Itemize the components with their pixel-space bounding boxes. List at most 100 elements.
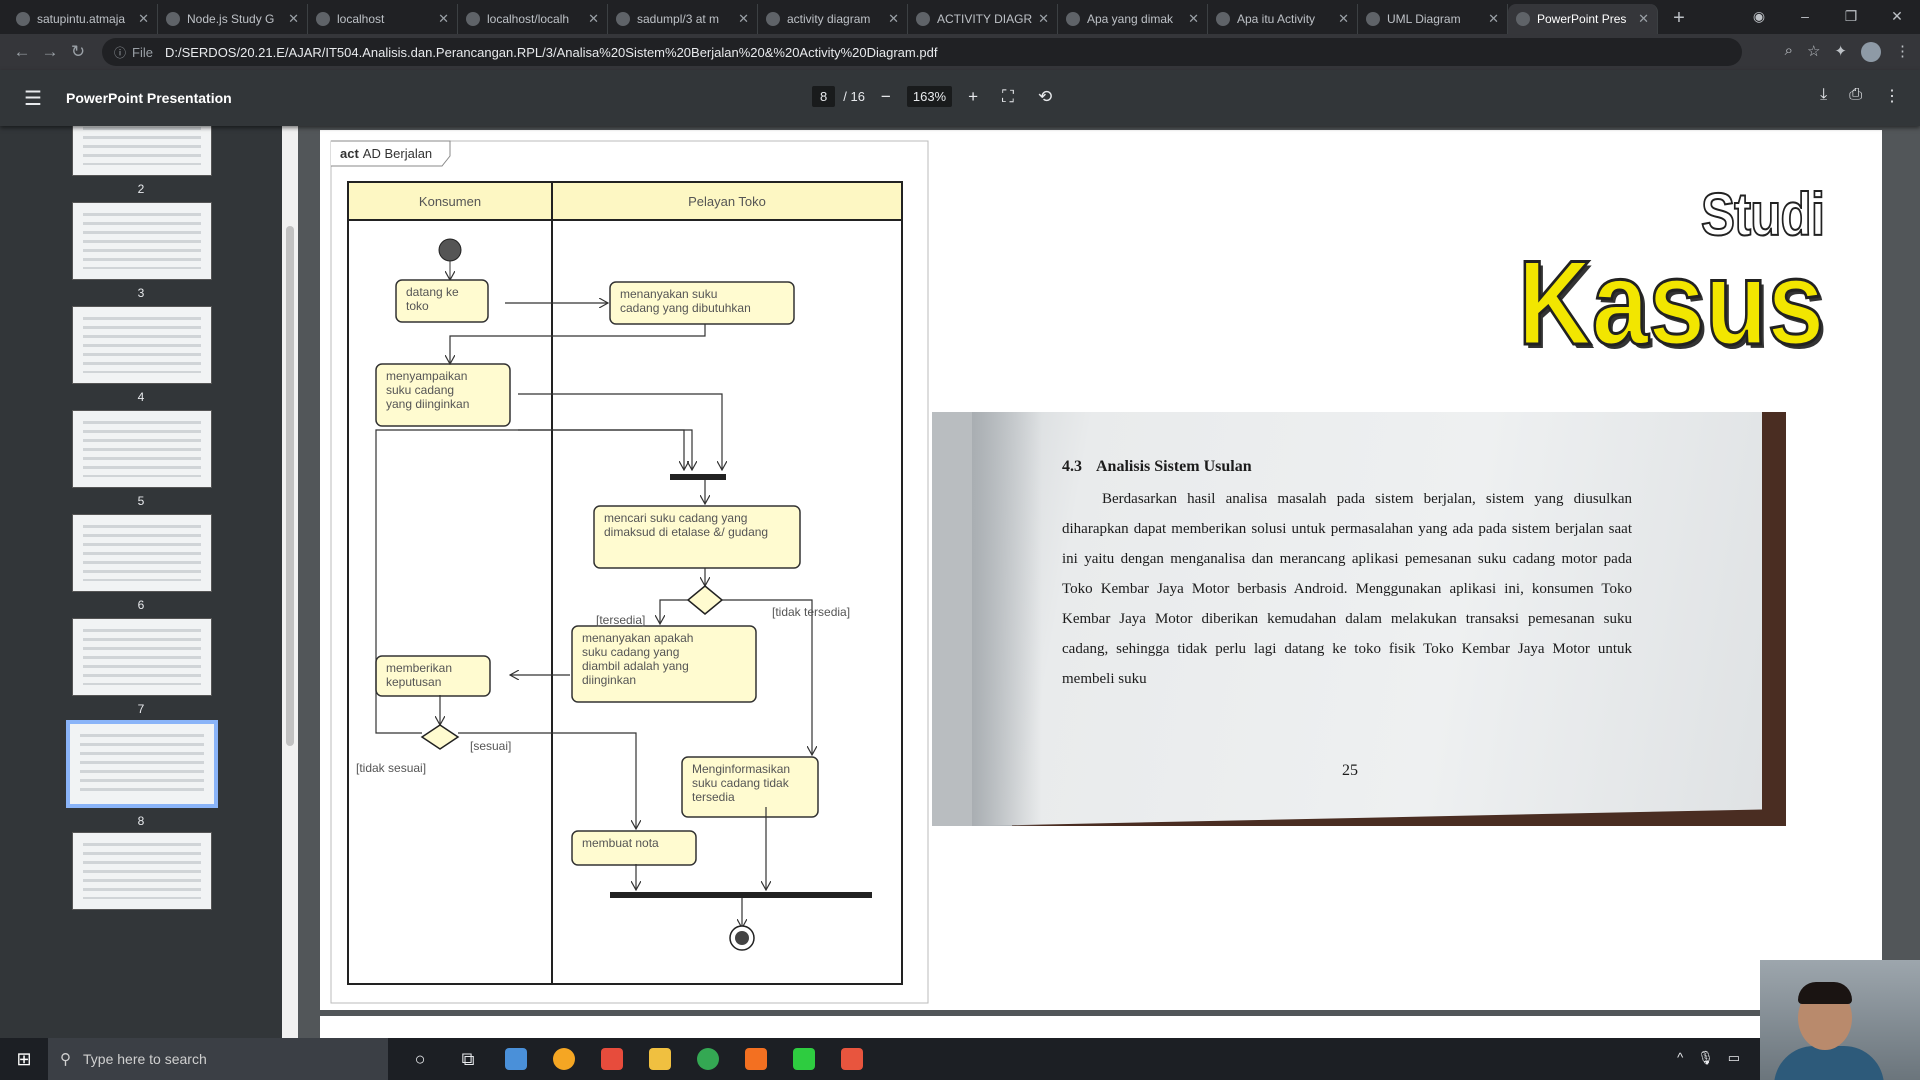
action-label: keputusan xyxy=(386,675,441,689)
bookmark-star-icon[interactable]: ☆ xyxy=(1807,42,1820,62)
browser-tab[interactable]: localhost/localh ✕ xyxy=(458,4,608,34)
thumbnail-page-number: 6 xyxy=(137,598,145,612)
url-scheme-label: File xyxy=(132,44,153,60)
page-thumbnail[interactable] xyxy=(72,514,212,592)
forward-icon[interactable]: → xyxy=(36,42,64,62)
search-placeholder: Type here to search xyxy=(83,1051,207,1067)
page-thumbnail[interactable] xyxy=(72,306,212,384)
globe-icon xyxy=(1366,12,1380,26)
app-icon-red[interactable] xyxy=(828,1038,876,1080)
download-icon[interactable]: ⤓ xyxy=(1820,86,1827,106)
github-icon xyxy=(616,12,630,26)
browser-tab[interactable]: activity diagram ✕ xyxy=(758,4,908,34)
rotate-icon[interactable]: ⟲ xyxy=(1030,87,1060,107)
file-explorer-icon[interactable] xyxy=(636,1038,684,1080)
tab-close-icon[interactable]: ✕ xyxy=(288,11,299,27)
action-label: Menginformasikan xyxy=(692,762,790,776)
heading-kasus: Kasus xyxy=(1517,236,1826,370)
tab-title: localhost/localh xyxy=(487,12,570,26)
action-label: suku cadang tidak xyxy=(692,776,790,790)
tab-close-icon[interactable]: ✕ xyxy=(888,11,899,27)
tab-close-icon[interactable]: ✕ xyxy=(1188,11,1199,27)
browser-tab[interactable]: PowerPoint Pres ✕ xyxy=(1508,4,1658,34)
book-section-title: Analisis Sistem Usulan xyxy=(1096,458,1252,475)
profile-avatar[interactable] xyxy=(1861,42,1881,62)
url-text[interactable]: D:/SERDOS/20.21.E/AJAR/IT504.Analisis.da… xyxy=(165,45,937,60)
zoom-out-button[interactable]: − xyxy=(873,87,899,107)
taskbar-search[interactable]: ⚲ Type here to search xyxy=(48,1038,388,1080)
browser-tab[interactable]: Apa yang dimak ✕ xyxy=(1058,4,1208,34)
browser-tab[interactable]: Apa itu Activity ✕ xyxy=(1208,4,1358,34)
tab-close-icon[interactable]: ✕ xyxy=(138,11,149,27)
windows-start-icon[interactable]: ⊞ xyxy=(0,1049,48,1070)
more-options-icon[interactable]: ⋮ xyxy=(1884,86,1900,106)
app-icon-1[interactable] xyxy=(492,1038,540,1080)
thumbnail-page-number: 4 xyxy=(137,390,145,404)
scrollbar-thumb[interactable] xyxy=(286,226,294,746)
zoom-icon[interactable]: ⌕ xyxy=(1785,42,1793,62)
zoom-in-button[interactable]: + xyxy=(960,87,986,107)
minimize-icon[interactable]: – xyxy=(1782,0,1828,34)
chrome-icon[interactable] xyxy=(684,1038,732,1080)
task-view-icon[interactable]: ⧉ xyxy=(444,1038,492,1080)
action-label: cadang yang dibutuhkan xyxy=(620,301,751,315)
page-thumbnail[interactable] xyxy=(72,126,212,176)
page-total: / 16 xyxy=(843,89,865,104)
extensions-icon[interactable]: ✦ xyxy=(1834,42,1847,62)
tab-close-icon[interactable]: ✕ xyxy=(1038,11,1049,27)
reload-icon[interactable]: ↻ xyxy=(64,42,92,62)
pdf-toolbar: ☰ PowerPoint Presentation 8 / 16 − 163% … xyxy=(0,70,1920,126)
tab-close-icon[interactable]: ✕ xyxy=(738,11,749,27)
print-icon[interactable]: ⎙ xyxy=(1849,86,1862,106)
app-icon-3[interactable] xyxy=(588,1038,636,1080)
tab-close-icon[interactable]: ✕ xyxy=(1338,11,1349,27)
restore-icon[interactable]: ❐ xyxy=(1828,0,1874,34)
browser-tab[interactable]: sadumpl/3 at m ✕ xyxy=(608,4,758,34)
tab-title: PowerPoint Pres xyxy=(1537,12,1627,26)
browser-tab[interactable]: localhost ✕ xyxy=(308,4,458,34)
action-label: tersedia xyxy=(692,790,735,804)
dicoding-icon xyxy=(1216,12,1230,26)
webcam-overlay xyxy=(1760,960,1920,1080)
hamburger-menu-icon[interactable]: ☰ xyxy=(0,86,66,111)
back-icon[interactable]: ← xyxy=(8,42,36,62)
page-thumbnail[interactable] xyxy=(72,410,212,488)
browser-tab[interactable]: satupintu.atmaja ✕ xyxy=(8,4,158,34)
page-number-input[interactable]: 8 xyxy=(812,86,836,107)
microphone-icon[interactable]: 🎙 xyxy=(1697,1050,1714,1066)
browser-tab[interactable]: ACTIVITY DIAGR ✕ xyxy=(908,4,1058,34)
tab-title: UML Diagram xyxy=(1387,12,1461,26)
bracket-icon xyxy=(1066,12,1080,26)
tab-close-icon[interactable]: ✕ xyxy=(1638,11,1649,27)
pdf-viewer[interactable]: act AD Berjalan Konsumen Pelayan Toko dat… xyxy=(298,126,1920,1038)
profile-circle-icon[interactable]: ◉ xyxy=(1736,0,1782,34)
google-icon xyxy=(766,12,780,26)
zoom-input[interactable]: 163% xyxy=(906,86,953,107)
page-thumbnail[interactable] xyxy=(66,720,218,808)
battery-icon[interactable]: ▭ xyxy=(1728,1050,1740,1066)
action-label: membuat nota xyxy=(582,836,659,850)
page-thumbnail[interactable] xyxy=(72,832,212,910)
info-icon[interactable]: ⓘ xyxy=(114,44,126,61)
address-bar-row: ← → ↻ ⓘ File D:/SERDOS/20.21.E/AJAR/IT50… xyxy=(0,34,1920,70)
browser-tab[interactable]: UML Diagram ✕ xyxy=(1358,4,1508,34)
omnibox[interactable]: ⓘ File D:/SERDOS/20.21.E/AJAR/IT504.Anal… xyxy=(102,38,1742,66)
app-icon-xampp[interactable] xyxy=(732,1038,780,1080)
page-thumbnail[interactable] xyxy=(72,202,212,280)
sidebar-scrollbar[interactable] xyxy=(282,126,298,1038)
new-tab-button[interactable]: + xyxy=(1664,4,1694,34)
tray-chevron-icon[interactable]: ^ xyxy=(1677,1050,1683,1066)
fit-page-icon[interactable]: ⛶ xyxy=(994,87,1022,107)
app-icon-green[interactable] xyxy=(780,1038,828,1080)
browser-tab[interactable]: Node.js Study G ✕ xyxy=(158,4,308,34)
tab-close-icon[interactable]: ✕ xyxy=(588,11,599,27)
tab-close-icon[interactable]: ✕ xyxy=(1488,11,1499,27)
tab-title: Apa itu Activity xyxy=(1237,12,1316,26)
cortana-icon[interactable]: ○ xyxy=(396,1038,444,1080)
menu-kebab-icon[interactable]: ⋮ xyxy=(1895,42,1910,62)
page-thumbnail[interactable] xyxy=(72,618,212,696)
app-icon-2[interactable] xyxy=(540,1038,588,1080)
close-window-icon[interactable]: ✕ xyxy=(1874,0,1920,34)
book-photo: 4.3 Analisis Sistem Usulan Berdasarkan ha… xyxy=(932,412,1786,826)
tab-close-icon[interactable]: ✕ xyxy=(438,11,449,27)
